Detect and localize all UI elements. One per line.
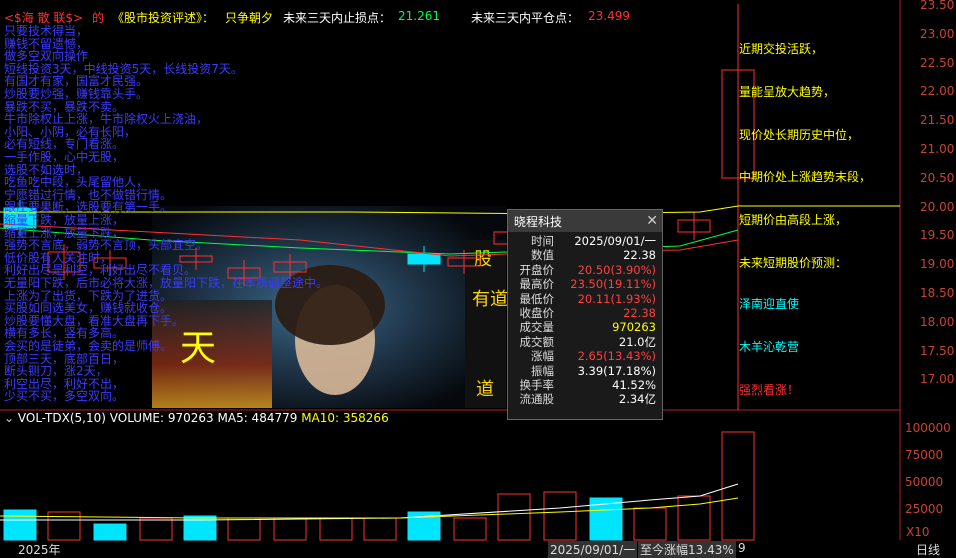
volume-tick-label: 50000 xyxy=(905,475,944,489)
tooltip-row-value: 22.38 xyxy=(623,248,656,263)
tooltip-row: 数值 22.38 xyxy=(508,248,662,262)
volume-bar xyxy=(543,491,577,541)
tooltip-row-label: 涨幅 xyxy=(531,349,554,364)
footer-change: 至今涨幅13.43% xyxy=(638,541,736,558)
tooltip-row: 成交量 970263 xyxy=(508,320,662,334)
footer-day: 9 xyxy=(738,541,746,555)
tooltip-row: 换手率 41.52% xyxy=(508,378,662,392)
price-tick-label: 17.50 xyxy=(920,343,955,358)
tooltip-row-label: 开盘价 xyxy=(519,262,555,277)
price-tick-label: 19.00 xyxy=(920,257,955,272)
tooltip-row-value: 2025/09/01/一 xyxy=(574,234,656,248)
price-tick-label: 18.00 xyxy=(920,314,955,329)
tooltip-row-label: 振幅 xyxy=(531,363,554,378)
tooltip-row-label: 换手率 xyxy=(519,377,555,392)
volume-tick-label: 25000 xyxy=(905,502,944,516)
tooltip-row-value: 20.50(3.90%) xyxy=(577,262,656,277)
volume-bar xyxy=(363,517,397,541)
indicator-volume: VOLUME: 970263 xyxy=(109,411,214,425)
volume-bar xyxy=(677,495,711,541)
volume-bar xyxy=(633,507,667,541)
right-note-line: 泽南迎直使 xyxy=(739,297,800,311)
tooltip-row: 流通股 2.34亿 xyxy=(508,392,662,406)
price-tick-label: 22.50 xyxy=(920,55,955,70)
indicator-bar: ⌄ VOL-TDX(5,10) VOLUME: 970263 MA5: 4847… xyxy=(4,411,389,425)
tooltip-row-label: 流通股 xyxy=(519,392,555,407)
close-icon[interactable]: ✕ xyxy=(646,213,658,229)
volume-bar xyxy=(227,517,261,541)
right-note-line: 短期价由高段上涨， xyxy=(739,213,848,227)
price-tick-label: 17.00 xyxy=(920,372,955,387)
volume-bar xyxy=(453,517,487,541)
tooltip-row-label: 收盘价 xyxy=(519,305,555,320)
volume-series xyxy=(0,431,755,541)
tooltip-row-label: 最高价 xyxy=(519,277,555,292)
tooltip-row-label: 时间 xyxy=(531,234,554,248)
tooltip-row: 振幅 3.39(17.18%) xyxy=(508,364,662,378)
tooltip-row: 最低价 20.11(1.93%) xyxy=(508,292,662,306)
volume-bar xyxy=(139,517,173,541)
stock-chart-window: <$海 散 联$> 的 《股市投资评述》： 只争朝夕 未来三天内止损点： 21.… xyxy=(0,0,956,558)
tooltip-title: 晓程科技 xyxy=(514,214,563,229)
volume-bar xyxy=(721,431,755,541)
period-button[interactable]: 日线 xyxy=(916,541,940,558)
tooltip-row: 开盘价 20.50(3.90%) xyxy=(508,263,662,277)
indicator-ma10: MA10: 358266 xyxy=(301,411,389,425)
price-tick-label: 21.00 xyxy=(920,142,955,156)
tooltip-row: 涨幅 2.65(13.43%) xyxy=(508,349,662,363)
tooltip-row-value: 970263 xyxy=(612,320,656,335)
volume-bar xyxy=(93,523,127,541)
volume-bar xyxy=(273,517,307,541)
right-note-line: 现价处长期历史中位， xyxy=(739,128,860,142)
volume-bar xyxy=(319,517,353,541)
right-note-line: 近期交投活跃， xyxy=(739,42,824,56)
tooltip-row-value: 3.39(17.18%) xyxy=(577,363,656,378)
poster-char-3: 道 xyxy=(476,379,494,400)
volume-ma10-line xyxy=(0,497,739,519)
quote-tooltip[interactable]: 晓程科技 ✕ 时间 2025/09/01/一数值 22.38 开盘价 20.50(3.9… xyxy=(507,209,663,420)
tooltip-row-value: 41.52% xyxy=(612,377,656,392)
indicator-collapse-icon[interactable]: ⌄ xyxy=(4,411,14,425)
tooltip-row-value: 2.65(13.43%) xyxy=(577,349,656,364)
footer-date: 2025/09/01/一 xyxy=(548,541,638,558)
tooltip-row-value: 2.34亿 xyxy=(618,392,656,407)
indicator-ma5: MA5: 484779 xyxy=(217,411,298,425)
indicator-name[interactable]: VOL-TDX(5,10) xyxy=(18,411,106,425)
tooltip-row-value: 22.38 xyxy=(623,305,656,320)
tooltip-row-label: 成交量 xyxy=(519,320,555,335)
tooltip-row: 成交额 21.0亿 xyxy=(508,335,662,349)
tooltip-row: 最高价 23.50(19.11%) xyxy=(508,277,662,291)
volume-ma5-line xyxy=(0,483,739,521)
poster-char-left: 天 xyxy=(180,328,216,369)
left-note-line: 少买不买，多空双向。 xyxy=(4,389,125,404)
price-tick-label: 18.50 xyxy=(920,286,955,300)
right-note-line: 量能呈放大趋势， xyxy=(739,85,836,99)
price-tick-label: 22.00 xyxy=(920,84,955,99)
tooltip-row-label: 最低价 xyxy=(519,291,555,306)
price-tick-label: 23.50 xyxy=(920,0,955,12)
tooltip-row-value: 21.0亿 xyxy=(618,334,656,349)
price-tick-label: 23.00 xyxy=(920,26,955,41)
right-note-line: 木羊沁乾营 xyxy=(739,340,800,354)
tooltip-row: 收盘价 22.38 xyxy=(508,306,662,320)
right-note-line: 中期价处上涨趋势末段， xyxy=(739,170,872,184)
price-tick-label: 20.50 xyxy=(920,170,955,185)
tooltip-row: 时间 2025/09/01/一 xyxy=(508,234,662,248)
volume-bar xyxy=(3,509,37,541)
price-tick-label: 20.00 xyxy=(920,199,955,214)
volume-unit: X10 xyxy=(906,525,930,539)
price-tick-label: 21.50 xyxy=(920,113,955,128)
volume-bar xyxy=(497,493,531,541)
right-note-line: 未来短期股价预测： xyxy=(739,256,848,270)
right-note-line: 强烈看涨！ xyxy=(739,383,800,397)
tooltip-row-value: 20.11(1.93%) xyxy=(577,291,656,306)
footer-year: 2025年 xyxy=(18,543,61,557)
tooltip-row-value: 23.50(19.11%) xyxy=(570,277,656,292)
candle-body xyxy=(407,253,441,265)
tooltip-row-label: 成交额 xyxy=(519,334,555,349)
volume-tick-label: 75000 xyxy=(905,448,944,462)
tooltip-row-label: 数值 xyxy=(531,248,554,263)
volume-tick-label: 100000 xyxy=(905,421,951,435)
price-tick-label: 19.50 xyxy=(920,228,955,243)
